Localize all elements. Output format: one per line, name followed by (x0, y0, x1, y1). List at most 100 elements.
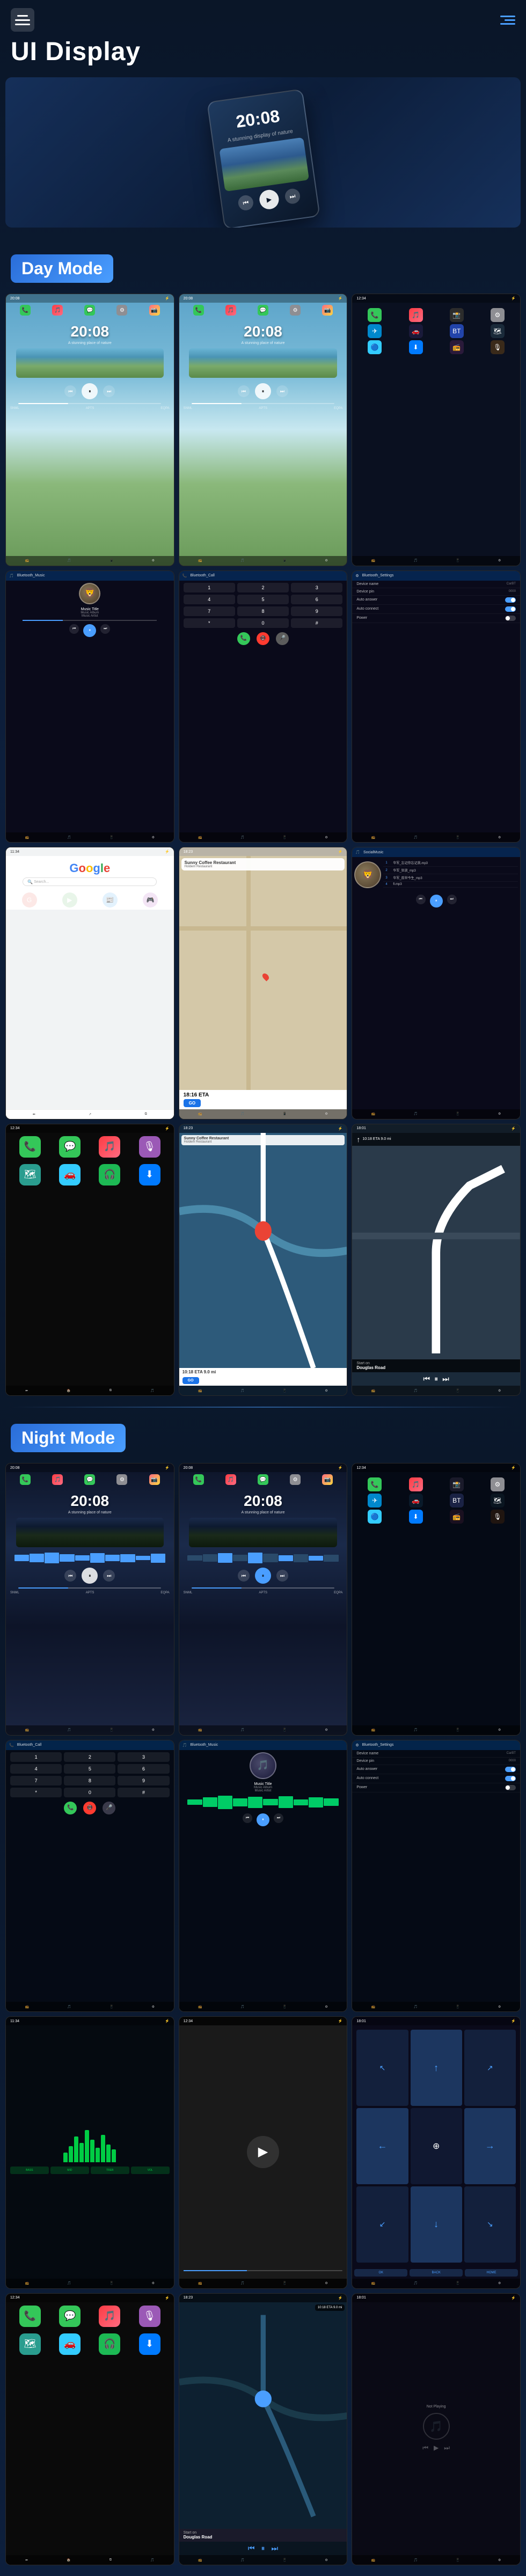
auto-connect-toggle[interactable] (505, 606, 516, 612)
nav-go-btn[interactable]: GO (182, 1377, 199, 1384)
night-music-next[interactable]: ⏭ (274, 1813, 283, 1823)
nav-home[interactable]: HOME (465, 2269, 518, 2277)
night-app-set-2[interactable]: ⚙ (290, 1474, 301, 1485)
night-grid-app1[interactable]: 🚗 (409, 1494, 423, 1507)
dial-9[interactable]: 9 (291, 606, 342, 616)
night-cp-maps[interactable]: 🗺 (19, 2333, 41, 2355)
video-seekbar[interactable] (184, 2270, 343, 2271)
shortcut-2[interactable]: ▶ (62, 892, 77, 908)
np-play[interactable]: ▶ (434, 2444, 439, 2452)
shortcut-1[interactable]: G (22, 892, 37, 908)
local-next[interactable]: ⏭ (447, 895, 457, 904)
call-answer[interactable]: 📞 (237, 632, 250, 645)
night-cp-phone[interactable]: 📞 (19, 2306, 41, 2327)
night-grid-phone[interactable]: 📞 (368, 1477, 382, 1491)
video-play-icon[interactable]: ▶ (247, 2136, 279, 2168)
night-cp-waze[interactable]: 🚗 (59, 2333, 81, 2355)
night-grid-waze[interactable]: 🔵 (368, 1510, 382, 1524)
app-messages-2[interactable]: 💬 (258, 305, 268, 316)
night-power-toggle[interactable] (505, 1785, 516, 1790)
night-cp-music[interactable]: 🎵 (99, 2306, 120, 2327)
night-app-set-1[interactable]: ⚙ (116, 1474, 127, 1485)
night-grid-music[interactable]: 🎵 (409, 1477, 423, 1491)
grid-appstore[interactable]: ⬇ (409, 340, 423, 354)
night-auto-answer-toggle[interactable] (505, 1767, 516, 1772)
night-app-music-2[interactable]: 🎵 (225, 1474, 236, 1485)
dial-4[interactable]: 4 (184, 595, 235, 604)
shortcut-3[interactable]: 📰 (103, 892, 118, 908)
night-nav-pause[interactable]: ⏸ (261, 2544, 265, 2553)
night-dial-5[interactable]: 5 (64, 1764, 115, 1774)
night-grid-mic[interactable]: 🎙 (491, 1510, 505, 1524)
dial-star[interactable]: * (184, 618, 235, 628)
np-next[interactable]: ⏭ (444, 2444, 450, 2452)
dial-1[interactable]: 1 (184, 583, 235, 592)
nav-arrow-br[interactable]: ↘ (464, 2186, 516, 2263)
shortcut-4[interactable]: 🎮 (143, 892, 158, 908)
eq-btn-3[interactable]: TREB (91, 2167, 129, 2174)
night-dial-7[interactable]: 7 (10, 1776, 62, 1785)
bt-play[interactable]: ⏸ (83, 624, 96, 637)
tbt-prev[interactable]: ⏮ (423, 1374, 430, 1384)
night-dial-1[interactable]: 1 (10, 1752, 62, 1762)
auto-answer-toggle[interactable] (505, 597, 516, 603)
night-dial-0[interactable]: 0 (64, 1788, 115, 1797)
night-music-play[interactable]: ⏸ (257, 1813, 269, 1826)
night-cp-messages[interactable]: 💬 (59, 2306, 81, 2327)
grid-app3[interactable]: 📻 (450, 340, 464, 354)
cp-waze[interactable]: 🚗 (59, 1164, 81, 1185)
grid-settings[interactable]: ⚙ (491, 308, 505, 322)
track-1[interactable]: 1华军_忘记你忘记我.mp3 (383, 859, 518, 867)
night-music-prev[interactable]: ⏮ (243, 1813, 252, 1823)
grid-music[interactable]: 🎵 (409, 308, 423, 322)
dial-7[interactable]: 7 (184, 606, 235, 616)
night-prev-2[interactable]: ⏮ (238, 1570, 250, 1582)
dial-2[interactable]: 2 (237, 583, 289, 592)
dial-5[interactable]: 5 (237, 595, 289, 604)
call-end[interactable]: 📵 (257, 632, 269, 645)
bt-prev[interactable]: ⏮ (69, 624, 79, 634)
cp-spotify[interactable]: 🎧 (99, 1164, 120, 1185)
night-grid-bt[interactable]: BT (450, 1494, 464, 1507)
night-grid-radio[interactable]: 📻 (450, 1510, 464, 1524)
night-auto-connect-toggle[interactable] (505, 1776, 516, 1781)
night-grid-telegram[interactable]: ✈ (368, 1494, 382, 1507)
go-button[interactable]: GO (184, 1099, 201, 1107)
grid-app1[interactable]: 🚗 (409, 324, 423, 338)
night-prev-1[interactable]: ⏮ (64, 1570, 76, 1582)
night-cp-store[interactable]: ⬇ (139, 2333, 160, 2355)
call-mute[interactable]: 🎤 (276, 632, 289, 645)
dial-hash[interactable]: # (291, 618, 342, 628)
night-grid-settings[interactable]: ⚙ (491, 1477, 505, 1491)
app-music-2[interactable]: 🎵 (225, 305, 236, 316)
local-play[interactable]: ⏸ (430, 895, 443, 908)
track-3[interactable]: 3华军_前世今生_mp3 (383, 874, 518, 882)
night-app-phone-1[interactable]: 📞 (20, 1474, 31, 1485)
night-answer[interactable]: 📞 (64, 1802, 77, 1814)
app-photos[interactable]: 📷 (149, 305, 160, 316)
skip-fwd-2[interactable]: ⏭ (276, 385, 288, 397)
skip-fwd-1[interactable]: ⏭ (103, 385, 115, 397)
dial-8[interactable]: 8 (237, 606, 289, 616)
app-settings[interactable]: ⚙ (116, 305, 127, 316)
night-dial-8[interactable]: 8 (64, 1776, 115, 1785)
night-grid-store[interactable]: ⬇ (409, 1510, 423, 1524)
night-app-music-1[interactable]: 🎵 (52, 1474, 63, 1485)
grid-phone[interactable]: 📞 (368, 308, 382, 322)
night-dial-3[interactable]: 3 (118, 1752, 169, 1762)
tbt-next[interactable]: ⏭ (442, 1374, 449, 1384)
night-dial-star[interactable]: * (10, 1788, 62, 1797)
grid-app4[interactable]: 🎙 (491, 340, 505, 354)
cp-podcasts[interactable]: 🎙 (139, 1136, 160, 1158)
nav-back[interactable]: BACK (410, 2269, 463, 2277)
app-photos-2[interactable]: 📷 (322, 305, 333, 316)
prev-button[interactable]: ⏮ (237, 194, 254, 211)
google-search-bar[interactable]: 🔍 Search... (23, 877, 157, 886)
bt-next[interactable]: ⏭ (100, 624, 110, 634)
dial-0[interactable]: 0 (237, 618, 289, 628)
night-dial-9[interactable]: 9 (118, 1776, 169, 1785)
night-play-1[interactable]: ⏸ (82, 1568, 98, 1584)
local-prev[interactable]: ⏮ (416, 895, 426, 904)
np-prev[interactable]: ⏮ (422, 2444, 428, 2452)
nav-center[interactable]: ⊕ (411, 2108, 462, 2184)
